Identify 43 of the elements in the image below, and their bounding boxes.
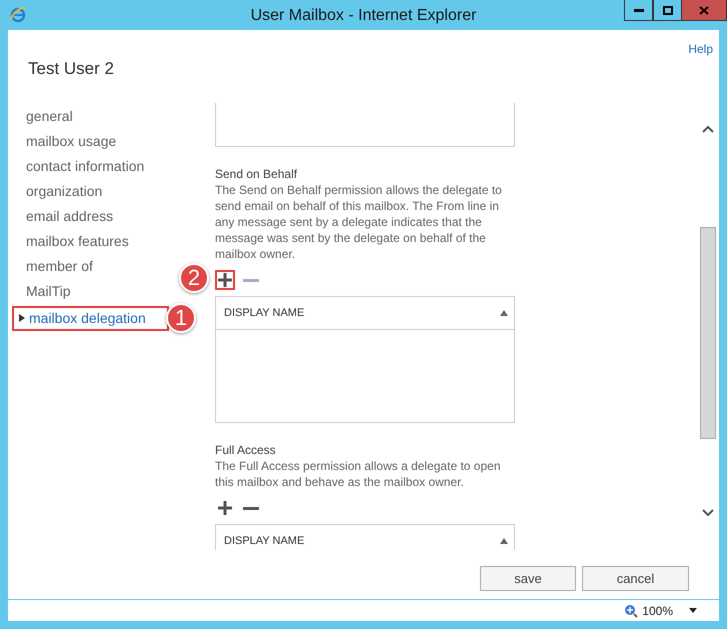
scroll-up-icon[interactable]	[702, 125, 714, 133]
save-button[interactable]: save	[480, 566, 576, 591]
section-title: Full Access	[215, 442, 277, 458]
help-link[interactable]: Help	[688, 42, 713, 56]
browser-logo-icon	[9, 6, 27, 24]
nav-item[interactable]: mailbox delegation	[12, 306, 169, 330]
minus-icon	[243, 506, 259, 510]
plus-icon	[217, 500, 233, 516]
minimize-icon	[634, 8, 644, 12]
section-title: Send on Behalf	[215, 166, 298, 182]
caret-icon	[19, 314, 25, 322]
nav-item[interactable]: mailbox features	[12, 228, 129, 253]
nav-item[interactable]: contact information	[12, 153, 144, 178]
nav-item[interactable]: general	[12, 103, 73, 128]
maximize-icon	[662, 6, 672, 14]
dropdown-caret-icon[interactable]	[689, 608, 697, 613]
nav-item[interactable]: member of	[12, 253, 93, 278]
column-header[interactable]: DISPLAY NAME	[224, 535, 304, 547]
close-button[interactable]	[682, 0, 727, 21]
column-header[interactable]: DISPLAY NAME	[224, 307, 304, 319]
section-description: The Full Access permission allows a delegate to open this mailbox and behave as the mailbox owner.	[215, 458, 502, 490]
window-title: User Mailbox - Internet Explorer	[250, 7, 478, 25]
cancel-button[interactable]: cancel	[582, 566, 689, 591]
close-icon	[699, 6, 709, 14]
add-button[interactable]	[215, 498, 235, 518]
sort-arrow-icon	[500, 310, 508, 316]
add-button[interactable]	[215, 270, 235, 290]
zoom-icon[interactable]	[624, 604, 638, 618]
callout-badge: 2	[179, 263, 209, 293]
minus-icon	[243, 278, 259, 282]
page-title: Test User 2	[28, 59, 114, 79]
nav-item[interactable]: MailTip	[12, 278, 71, 303]
sort-arrow-icon	[500, 538, 508, 544]
minimize-button[interactable]	[624, 0, 653, 21]
zoom-level: 100%	[642, 604, 673, 618]
plus-icon	[217, 272, 233, 288]
scrollbar-thumb[interactable]	[700, 227, 716, 439]
nav-item[interactable]: organization	[12, 178, 102, 203]
callout-badge: 1	[166, 303, 196, 333]
nav-item[interactable]: email address	[12, 203, 114, 228]
scroll-down-icon[interactable]	[702, 509, 714, 517]
nav-item[interactable]: mailbox usage	[12, 128, 116, 153]
section-description: The Send on Behalf permission allows the delegate to send email on behalf of this mailbox. The From line in any message sent by a delegate indicates that the message was sent by the delegate on behalf of the mailbox owner.	[215, 182, 503, 262]
